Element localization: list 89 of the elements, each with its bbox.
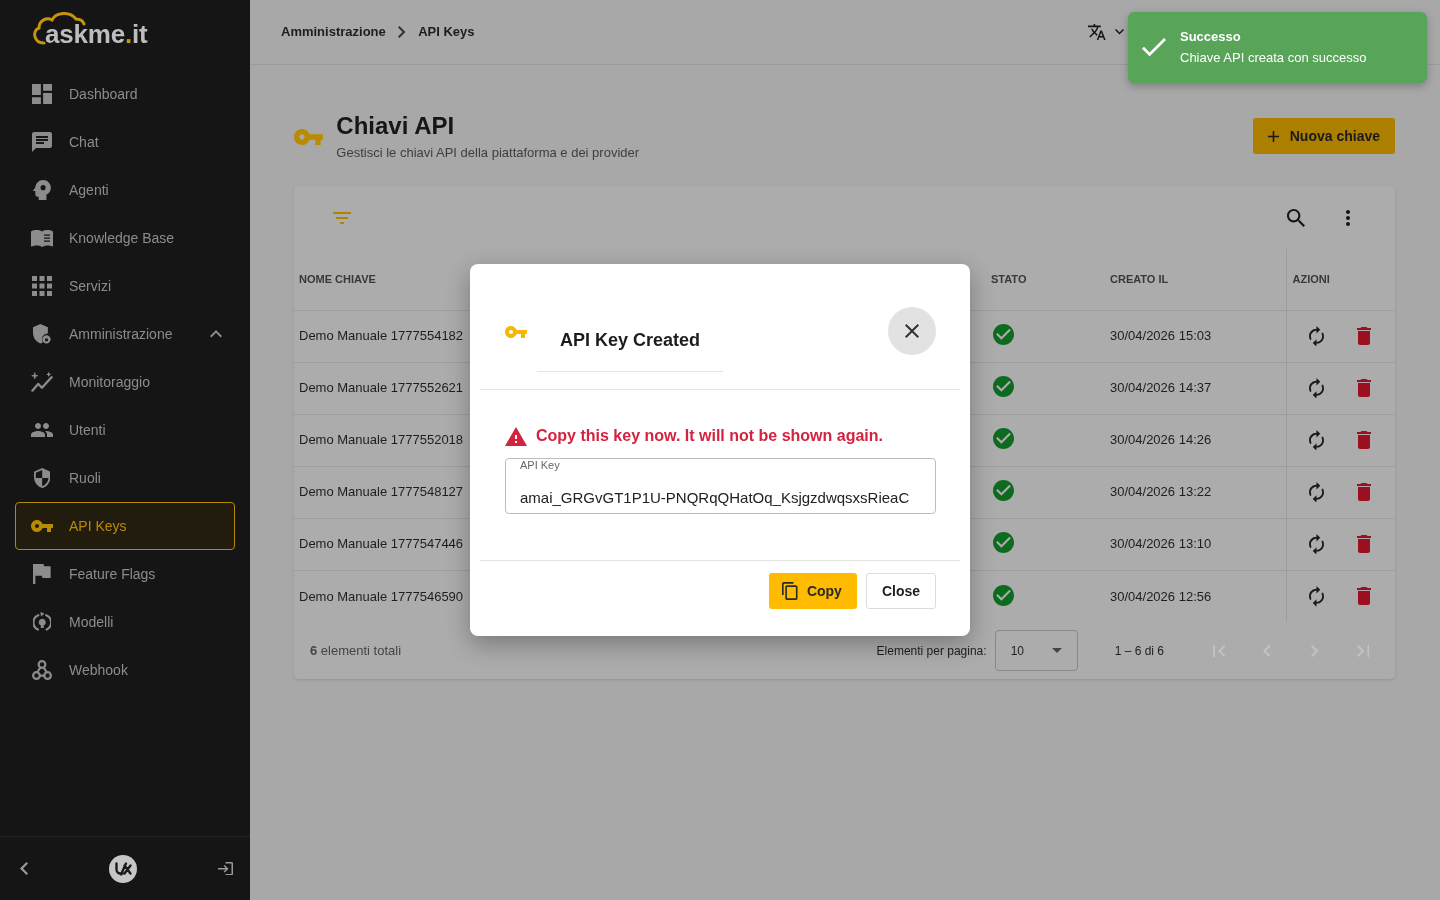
key-icon bbox=[505, 326, 527, 338]
chevron-down-icon[interactable] bbox=[1115, 29, 1124, 35]
round-logo-icon bbox=[109, 854, 137, 883]
book-icon bbox=[31, 229, 53, 247]
translate-icon[interactable] bbox=[1088, 24, 1106, 40]
column-header: STATO bbox=[991, 273, 1027, 285]
copy-button[interactable]: Copy bbox=[769, 573, 857, 609]
nav-item[interactable]: Feature Flags bbox=[15, 550, 235, 598]
nav-item[interactable]: Dashboard bbox=[15, 70, 235, 118]
key-icon bbox=[31, 520, 53, 532]
flag-icon bbox=[33, 564, 51, 584]
trash-icon[interactable] bbox=[1356, 483, 1371, 501]
trash-icon[interactable] bbox=[1356, 379, 1371, 397]
page-title: Chiavi API bbox=[336, 111, 456, 140]
nav-item[interactable]: Servizi bbox=[15, 262, 235, 310]
trash-icon[interactable] bbox=[1356, 431, 1371, 449]
column-header: NOME CHIAVE bbox=[299, 273, 376, 285]
nav-item[interactable]: Modelli bbox=[15, 598, 235, 646]
grid-icon bbox=[32, 276, 52, 296]
table-cell: Demo Manuale 1777547446 bbox=[299, 536, 464, 552]
toast-title: Successo bbox=[1180, 29, 1242, 45]
dismiss-button[interactable]: Close bbox=[865, 573, 936, 609]
nav-item[interactable]: Chat bbox=[15, 118, 235, 166]
table-cell: 30/04/2026 13:22 bbox=[1110, 484, 1212, 500]
nav-item[interactable]: Ruoli bbox=[15, 454, 235, 502]
page-subtitle: Gestisci le chiavi API della piattaforma e dei provider bbox=[336, 143, 640, 161]
warning-text: Copy this key now. It will not be shown again. bbox=[536, 426, 883, 446]
nav-item[interactable]: Utenti bbox=[15, 406, 235, 454]
nav-item[interactable]: Agenti bbox=[15, 166, 235, 214]
head-icon bbox=[33, 180, 51, 200]
table-cell: 30/04/2026 14:26 bbox=[1110, 432, 1212, 448]
plus-icon bbox=[1267, 130, 1279, 142]
trend-chart-icon bbox=[31, 372, 53, 392]
table-cell: 30/04/2026 14:37 bbox=[1110, 380, 1212, 396]
table-cell: 30/04/2026 15:03 bbox=[1110, 328, 1212, 344]
table-cell: Demo Manuale 1777548127 bbox=[299, 484, 464, 500]
shield-icon bbox=[33, 468, 51, 488]
table-cell: Demo Manuale 1777546590 bbox=[299, 588, 464, 604]
chevron-right-icon bbox=[397, 26, 406, 38]
refresh-icon[interactable] bbox=[1308, 533, 1324, 555]
people-icon bbox=[31, 423, 53, 437]
trash-icon[interactable] bbox=[1356, 587, 1371, 606]
per-page-label: Elementi per pagina: bbox=[876, 642, 987, 660]
breadcrumb-link[interactable]: Amministrazione bbox=[281, 22, 386, 42]
column-header: CREATO IL bbox=[1110, 273, 1169, 285]
more-vertical-icon[interactable] bbox=[1346, 209, 1350, 226]
chat-icon bbox=[32, 132, 52, 152]
search-icon[interactable] bbox=[1287, 208, 1305, 227]
chevron-up-icon[interactable] bbox=[210, 330, 222, 338]
refresh-icon[interactable] bbox=[1308, 585, 1324, 607]
column-header: AZIONI bbox=[1292, 273, 1330, 285]
trash-icon[interactable] bbox=[1356, 535, 1371, 553]
nav-item[interactable]: Webhook bbox=[15, 646, 235, 694]
table-cell: 30/04/2026 13:10 bbox=[1110, 536, 1212, 552]
total-count: 6 elementi totali bbox=[310, 641, 402, 660]
dashboard-icon bbox=[32, 84, 52, 104]
refresh-icon[interactable] bbox=[1308, 325, 1324, 347]
arrow-box-icon[interactable] bbox=[218, 861, 233, 876]
close-button[interactable] bbox=[888, 307, 936, 355]
nav-item[interactable]: Monitoraggio bbox=[15, 358, 235, 406]
brand-logo: askme.it bbox=[30, 10, 148, 48]
refresh-icon[interactable] bbox=[1308, 429, 1324, 451]
breadcrumb-current: API Keys bbox=[418, 23, 475, 42]
nav-item[interactable]: API Keys bbox=[15, 502, 235, 550]
chevron-left-icon[interactable] bbox=[20, 862, 28, 875]
nav-item[interactable]: Knowledge Base bbox=[15, 214, 235, 262]
nav-item[interactable]: Amministrazione bbox=[15, 310, 235, 358]
cycle-bulb-icon bbox=[32, 612, 52, 632]
trash-icon[interactable] bbox=[1356, 327, 1371, 345]
table-cell: Demo Manuale 1777552018 bbox=[299, 432, 464, 448]
table-cell: Demo Manuale 1777554182 bbox=[299, 328, 464, 344]
caret-icon bbox=[1051, 648, 1062, 653]
key-icon bbox=[294, 129, 324, 145]
shield-badge-icon bbox=[33, 324, 51, 344]
copy-icon bbox=[782, 582, 798, 600]
close-icon bbox=[905, 324, 919, 338]
refresh-icon[interactable] bbox=[1308, 377, 1324, 399]
webhook-icon bbox=[32, 660, 52, 680]
warning-icon bbox=[505, 426, 527, 446]
range-label: 1 – 6 di 6 bbox=[1114, 642, 1164, 660]
api-key-field[interactable]: API Key amai_GRGvGT1P1U-PNQRqQHatOq_KsjgzdwqsxsRieaC bbox=[505, 452, 936, 514]
table-cell: 30/04/2026 12:56 bbox=[1110, 588, 1212, 604]
refresh-icon[interactable] bbox=[1308, 481, 1324, 503]
toast-message: Chiave API creata con successo bbox=[1180, 50, 1367, 66]
new-key-button[interactable]: Nuova chiave bbox=[1252, 118, 1395, 154]
dialog-title: API Key Created bbox=[537, 328, 724, 372]
check-icon bbox=[1142, 38, 1166, 57]
table-cell: Demo Manuale 1777552621 bbox=[299, 380, 464, 396]
per-page-select[interactable]: 10 bbox=[994, 630, 1078, 671]
